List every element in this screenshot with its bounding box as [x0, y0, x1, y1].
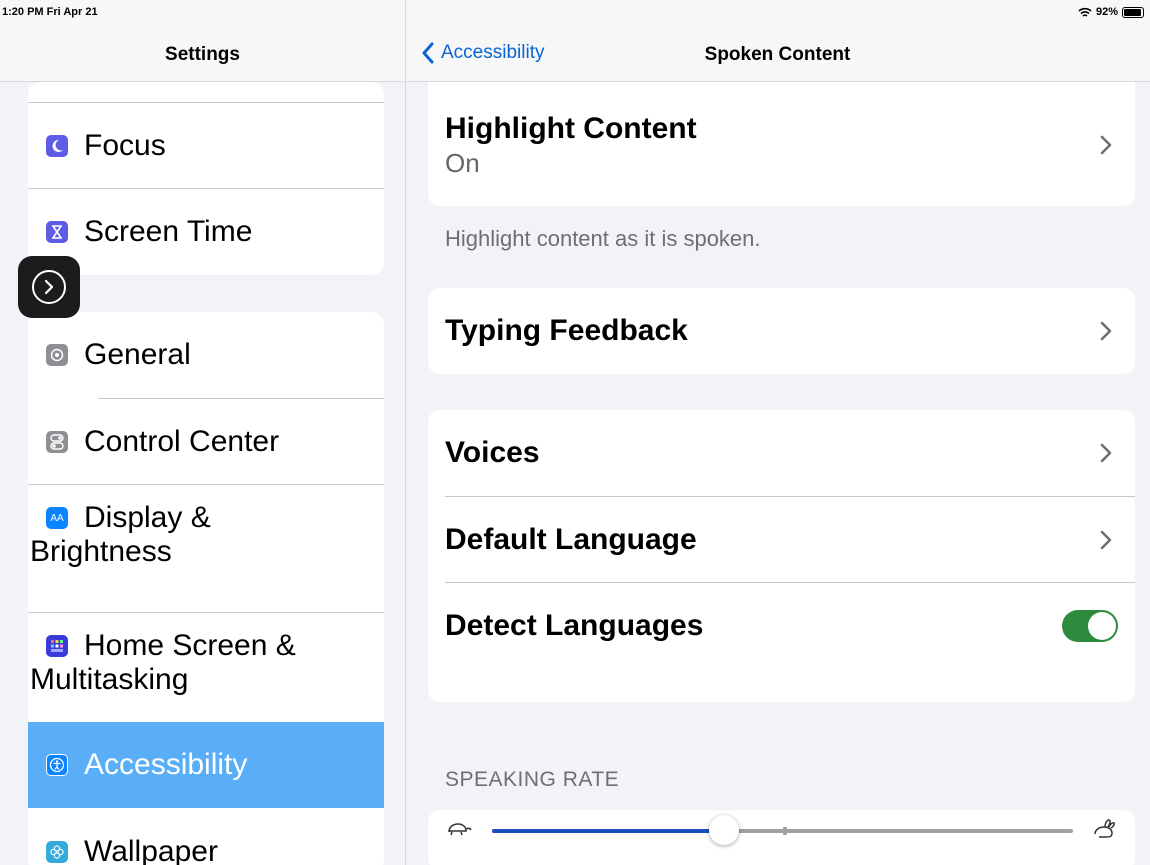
accessibility-icon [46, 754, 68, 776]
highlight-content-row[interactable]: Highlight Content On [428, 100, 1135, 190]
sidebar-title: Settings [165, 44, 240, 65]
sidebar-item-focus[interactable]: Focus [28, 103, 384, 189]
sidebar-item-label: Accessibility [84, 748, 248, 782]
sidebar-item-accessibility[interactable]: Accessibility [28, 722, 384, 808]
sidebar-group-focus: Focus Screen Time [28, 82, 384, 275]
sidebar-item-home-screen[interactable]: Home Screen & Multitasking [28, 613, 384, 721]
speaking-rate-slider[interactable] [492, 815, 1073, 845]
voices-row[interactable]: Voices [428, 410, 1135, 496]
sidebar-item-label: Focus [84, 129, 166, 163]
sidebar: Settings Focus Screen Time General Contr… [0, 0, 406, 865]
slider-fill [492, 829, 725, 833]
moon-icon [46, 135, 68, 157]
speaking-rate-card [428, 810, 1135, 865]
chevron-right-icon [1100, 443, 1112, 463]
sidebar-item-label-line2: Brightness [30, 534, 172, 568]
status-time: 1:20 PM Fri Apr 21 [2, 6, 98, 18]
text-size-icon: AA [46, 507, 68, 529]
nav-bar [407, 0, 1150, 82]
highlight-content-value: On [445, 147, 480, 178]
sidebar-item-display-brightness[interactable]: AA Display & Brightness [28, 485, 384, 612]
speaking-rate-header: SPEAKING RATE [445, 768, 620, 791]
chevron-right-icon [1100, 530, 1112, 550]
switches-icon [46, 431, 68, 453]
detect-languages-label: Detect Languages [445, 609, 704, 642]
status-indicators: 92% [1078, 6, 1144, 18]
toggle-knob [1088, 612, 1116, 640]
typing-feedback-card: Typing Feedback [428, 288, 1135, 374]
voices-label: Voices [445, 436, 540, 469]
typing-feedback-row[interactable]: Typing Feedback [428, 288, 1135, 374]
highlight-content-label: Highlight Content [445, 111, 697, 145]
typing-feedback-label: Typing Feedback [445, 314, 688, 347]
turtle-icon [448, 823, 472, 836]
sidebar-item-label-line2: Multitasking [30, 662, 189, 696]
sidebar-item-label: Display & [84, 501, 211, 534]
sidebar-item-label: Home Screen & [84, 629, 296, 662]
sidebar-item-wallpaper[interactable]: Wallpaper [28, 809, 384, 865]
sidebar-item-screen-time[interactable]: Screen Time [28, 189, 384, 275]
sidebar-item-label: Wallpaper [84, 835, 218, 865]
sidebar-group-general: General Control Center AA Display & Brig… [28, 312, 384, 865]
page-title: Spoken Content [704, 44, 851, 65]
slider-thumb[interactable] [709, 815, 740, 845]
detail-pane: Accessibility Spoken Content Highlight C… [407, 0, 1150, 865]
chevron-right-icon [1100, 135, 1112, 155]
grid-icon [46, 635, 68, 657]
chevron-right-icon [1100, 321, 1112, 341]
flower-icon [46, 841, 68, 863]
hourglass-icon [46, 221, 68, 243]
voices-card: Voices Default Language Detect Languages [428, 410, 1135, 702]
wifi-icon [1078, 7, 1092, 17]
battery-icon [1122, 6, 1144, 18]
sidebar-item-general[interactable]: General [28, 312, 384, 398]
sidebar-item-label: Screen Time [84, 215, 253, 249]
detect-languages-toggle[interactable] [1062, 610, 1118, 642]
default-language-label: Default Language [445, 523, 697, 556]
rabbit-icon [1094, 819, 1115, 838]
battery-percent: 92% [1095, 6, 1118, 18]
default-language-row[interactable]: Default Language [428, 497, 1135, 583]
slider-tick [782, 827, 787, 835]
sidebar-item-control-center[interactable]: Control Center [28, 399, 384, 485]
sidebar-item-label: Control Center [84, 425, 280, 459]
battery-fill [1124, 8, 1141, 16]
detect-languages-row: Detect Languages [428, 583, 1135, 669]
highlight-content-footnote: Highlight content as it is spoken. [445, 226, 761, 251]
highlight-content-card: Highlight Content On [428, 82, 1135, 206]
sidebar-item-label: General [84, 338, 191, 372]
assistive-touch-button[interactable] [18, 256, 80, 318]
gear-icon [46, 344, 68, 366]
chevron-right-icon [32, 270, 66, 304]
